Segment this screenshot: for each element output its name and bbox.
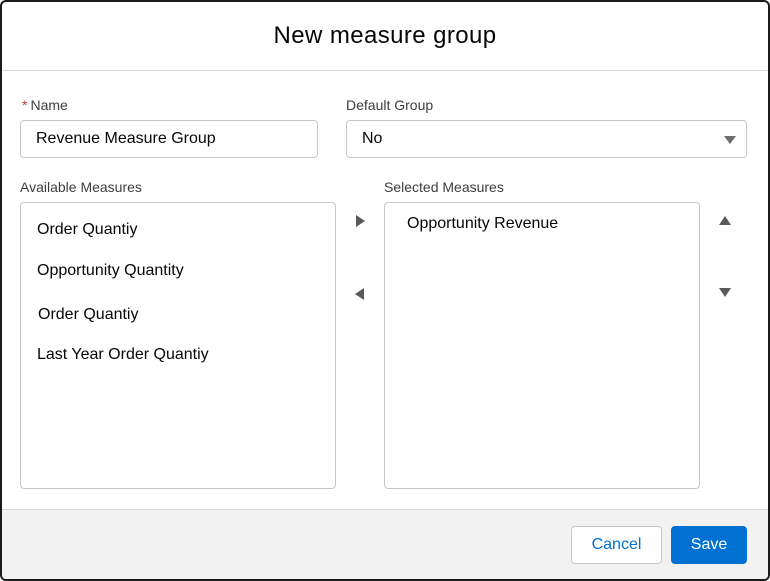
name-input-value: Revenue Measure Group [36, 130, 216, 147]
default-group-value: No [362, 130, 383, 147]
modal-title: New measure group [273, 22, 497, 49]
default-group-label: Default Group [346, 97, 434, 113]
chevron-down-icon[interactable] [719, 288, 731, 297]
modal-footer: Cancel Save [2, 509, 768, 579]
new-measure-group-modal: New measure group * Name Revenue Measure … [0, 0, 770, 581]
available-measures-listbox[interactable]: Order Quantiy Opportunity Quantity Order… [20, 202, 336, 489]
chevron-left-icon[interactable] [355, 288, 364, 300]
cancel-button[interactable]: Cancel [571, 526, 662, 564]
modal-header: New measure group [2, 2, 768, 71]
list-item[interactable]: Order Quantiy [37, 221, 137, 239]
list-item[interactable]: Opportunity Revenue [407, 215, 558, 233]
required-marker: * [22, 97, 28, 113]
default-group-select[interactable]: No [346, 120, 747, 158]
list-item[interactable]: Opportunity Quantity [37, 262, 184, 280]
caret-down-icon [724, 136, 736, 144]
list-item[interactable]: Order Quantiy [38, 306, 138, 324]
name-input[interactable]: Revenue Measure Group [20, 120, 318, 158]
name-label-text: Name [30, 97, 68, 113]
selected-measures-label: Selected Measures [384, 179, 504, 195]
list-item[interactable]: Last Year Order Quantiy [37, 346, 209, 364]
save-button[interactable]: Save [671, 526, 747, 564]
selected-measures-listbox[interactable]: Opportunity Revenue [384, 202, 700, 489]
available-measures-label: Available Measures [20, 179, 142, 195]
name-label: * Name [22, 97, 68, 113]
chevron-up-icon[interactable] [719, 216, 731, 225]
chevron-right-icon[interactable] [356, 215, 365, 227]
